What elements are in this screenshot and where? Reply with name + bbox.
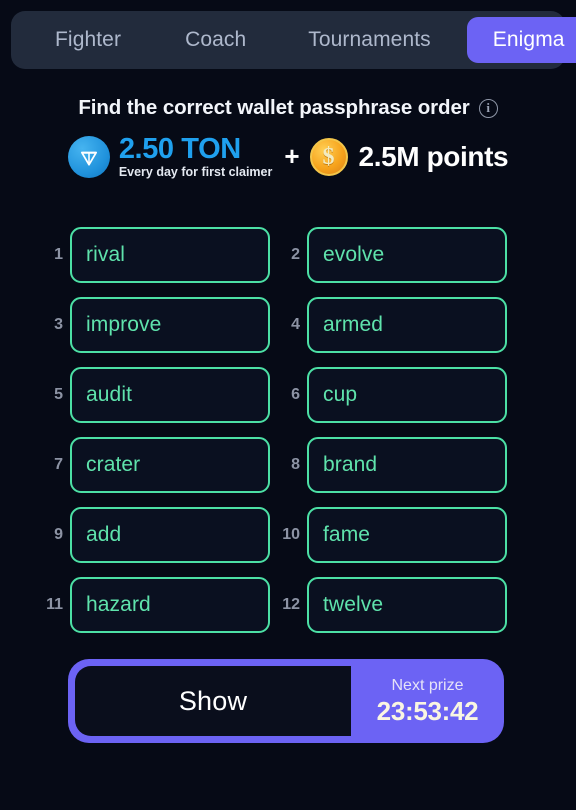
- word-index: 11: [46, 596, 63, 613]
- word-cell[interactable]: cup: [307, 367, 507, 423]
- word-slot: 11 hazard: [41, 577, 270, 633]
- show-button[interactable]: Show: [75, 666, 351, 736]
- word-slot: 8 brand: [278, 437, 507, 493]
- word-index: 5: [54, 386, 63, 403]
- word-cell[interactable]: brand: [307, 437, 507, 493]
- word-index: 6: [291, 386, 300, 403]
- ton-subtitle: Every day for first claimer: [118, 165, 273, 179]
- word-slot: 5 audit: [41, 367, 270, 423]
- next-prize-timer: 23:53:42: [376, 696, 479, 726]
- word-label: fame: [323, 523, 371, 546]
- prize-row: 2.50 TON Every day for first claimer + $…: [0, 134, 576, 179]
- grid-row: 1 rival 2 evolve: [0, 227, 576, 283]
- points-amount: 2.5M points: [358, 140, 509, 172]
- word-slot: 10 fame: [278, 507, 507, 563]
- main-tabbar: Fighter Coach Tournaments Enigma: [11, 11, 576, 69]
- word-label: crater: [86, 453, 141, 476]
- info-circle-icon[interactable]: i: [478, 98, 498, 118]
- word-cell[interactable]: audit: [70, 367, 270, 423]
- word-slot: 9 add: [41, 507, 270, 563]
- passphrase-grid: 1 rival 2 evolve 3 improve 4 armed 5 aud…: [0, 227, 576, 647]
- word-index: 10: [282, 526, 300, 543]
- show-button-label: Show: [178, 685, 248, 716]
- word-index: 8: [291, 456, 300, 473]
- word-label: evolve: [323, 243, 385, 266]
- word-cell[interactable]: fame: [307, 507, 507, 563]
- word-label: brand: [323, 453, 378, 476]
- dollar-coin-icon: $: [309, 137, 348, 176]
- word-index: 1: [54, 246, 63, 263]
- ton-prize-block: 2.50 TON Every day for first claimer: [119, 134, 273, 179]
- next-prize-panel[interactable]: Next prize 23:53:42: [351, 659, 504, 743]
- word-index: 7: [54, 456, 63, 473]
- word-index: 9: [54, 526, 63, 543]
- word-label: audit: [86, 383, 133, 406]
- word-slot: 7 crater: [41, 437, 270, 493]
- word-slot: 4 armed: [278, 297, 507, 353]
- next-prize-label: Next prize: [391, 677, 464, 694]
- tab-enigma[interactable]: Enigma: [466, 17, 576, 63]
- ton-coin-icon: [67, 135, 110, 178]
- page-title: Find the correct wallet passphrase order: [78, 96, 470, 119]
- word-cell[interactable]: add: [70, 507, 270, 563]
- word-index: 2: [291, 246, 300, 263]
- word-label: armed: [323, 313, 384, 336]
- word-slot: 6 cup: [278, 367, 507, 423]
- word-cell[interactable]: evolve: [307, 227, 507, 283]
- grid-row: 11 hazard 12 twelve: [0, 577, 576, 633]
- puzzle-title-row: Find the correct wallet passphrase order…: [0, 96, 576, 120]
- word-cell[interactable]: improve: [70, 297, 270, 353]
- ton-amount: 2.50 TON: [118, 133, 241, 165]
- word-cell[interactable]: twelve: [307, 577, 507, 633]
- word-label: twelve: [323, 593, 384, 616]
- grid-row: 3 improve 4 armed: [0, 297, 576, 353]
- plus-separator: +: [284, 141, 300, 171]
- tab-fighter[interactable]: Fighter: [32, 17, 144, 63]
- word-index: 12: [282, 596, 300, 613]
- word-label: add: [86, 523, 122, 546]
- word-cell[interactable]: hazard: [70, 577, 270, 633]
- word-index: 3: [54, 316, 63, 333]
- action-bar: Show Next prize 23:53:42: [68, 659, 504, 743]
- grid-row: 5 audit 6 cup: [0, 367, 576, 423]
- word-slot: 2 evolve: [278, 227, 507, 283]
- word-cell[interactable]: armed: [307, 297, 507, 353]
- word-cell[interactable]: rival: [70, 227, 270, 283]
- word-label: cup: [323, 383, 358, 406]
- word-label: hazard: [86, 593, 151, 616]
- tab-coach[interactable]: Coach: [162, 17, 269, 63]
- word-index: 4: [291, 316, 300, 333]
- tab-tournaments[interactable]: Tournaments: [286, 17, 453, 63]
- word-cell[interactable]: crater: [70, 437, 270, 493]
- grid-row: 7 crater 8 brand: [0, 437, 576, 493]
- dollar-coin-glyph: $: [322, 143, 335, 170]
- word-slot: 1 rival: [41, 227, 270, 283]
- enigma-screen: Fighter Coach Tournaments Enigma Find th…: [0, 0, 576, 810]
- word-slot: 3 improve: [41, 297, 270, 353]
- grid-row: 9 add 10 fame: [0, 507, 576, 563]
- word-label: rival: [86, 243, 126, 266]
- word-slot: 12 twelve: [278, 577, 507, 633]
- word-label: improve: [86, 313, 162, 336]
